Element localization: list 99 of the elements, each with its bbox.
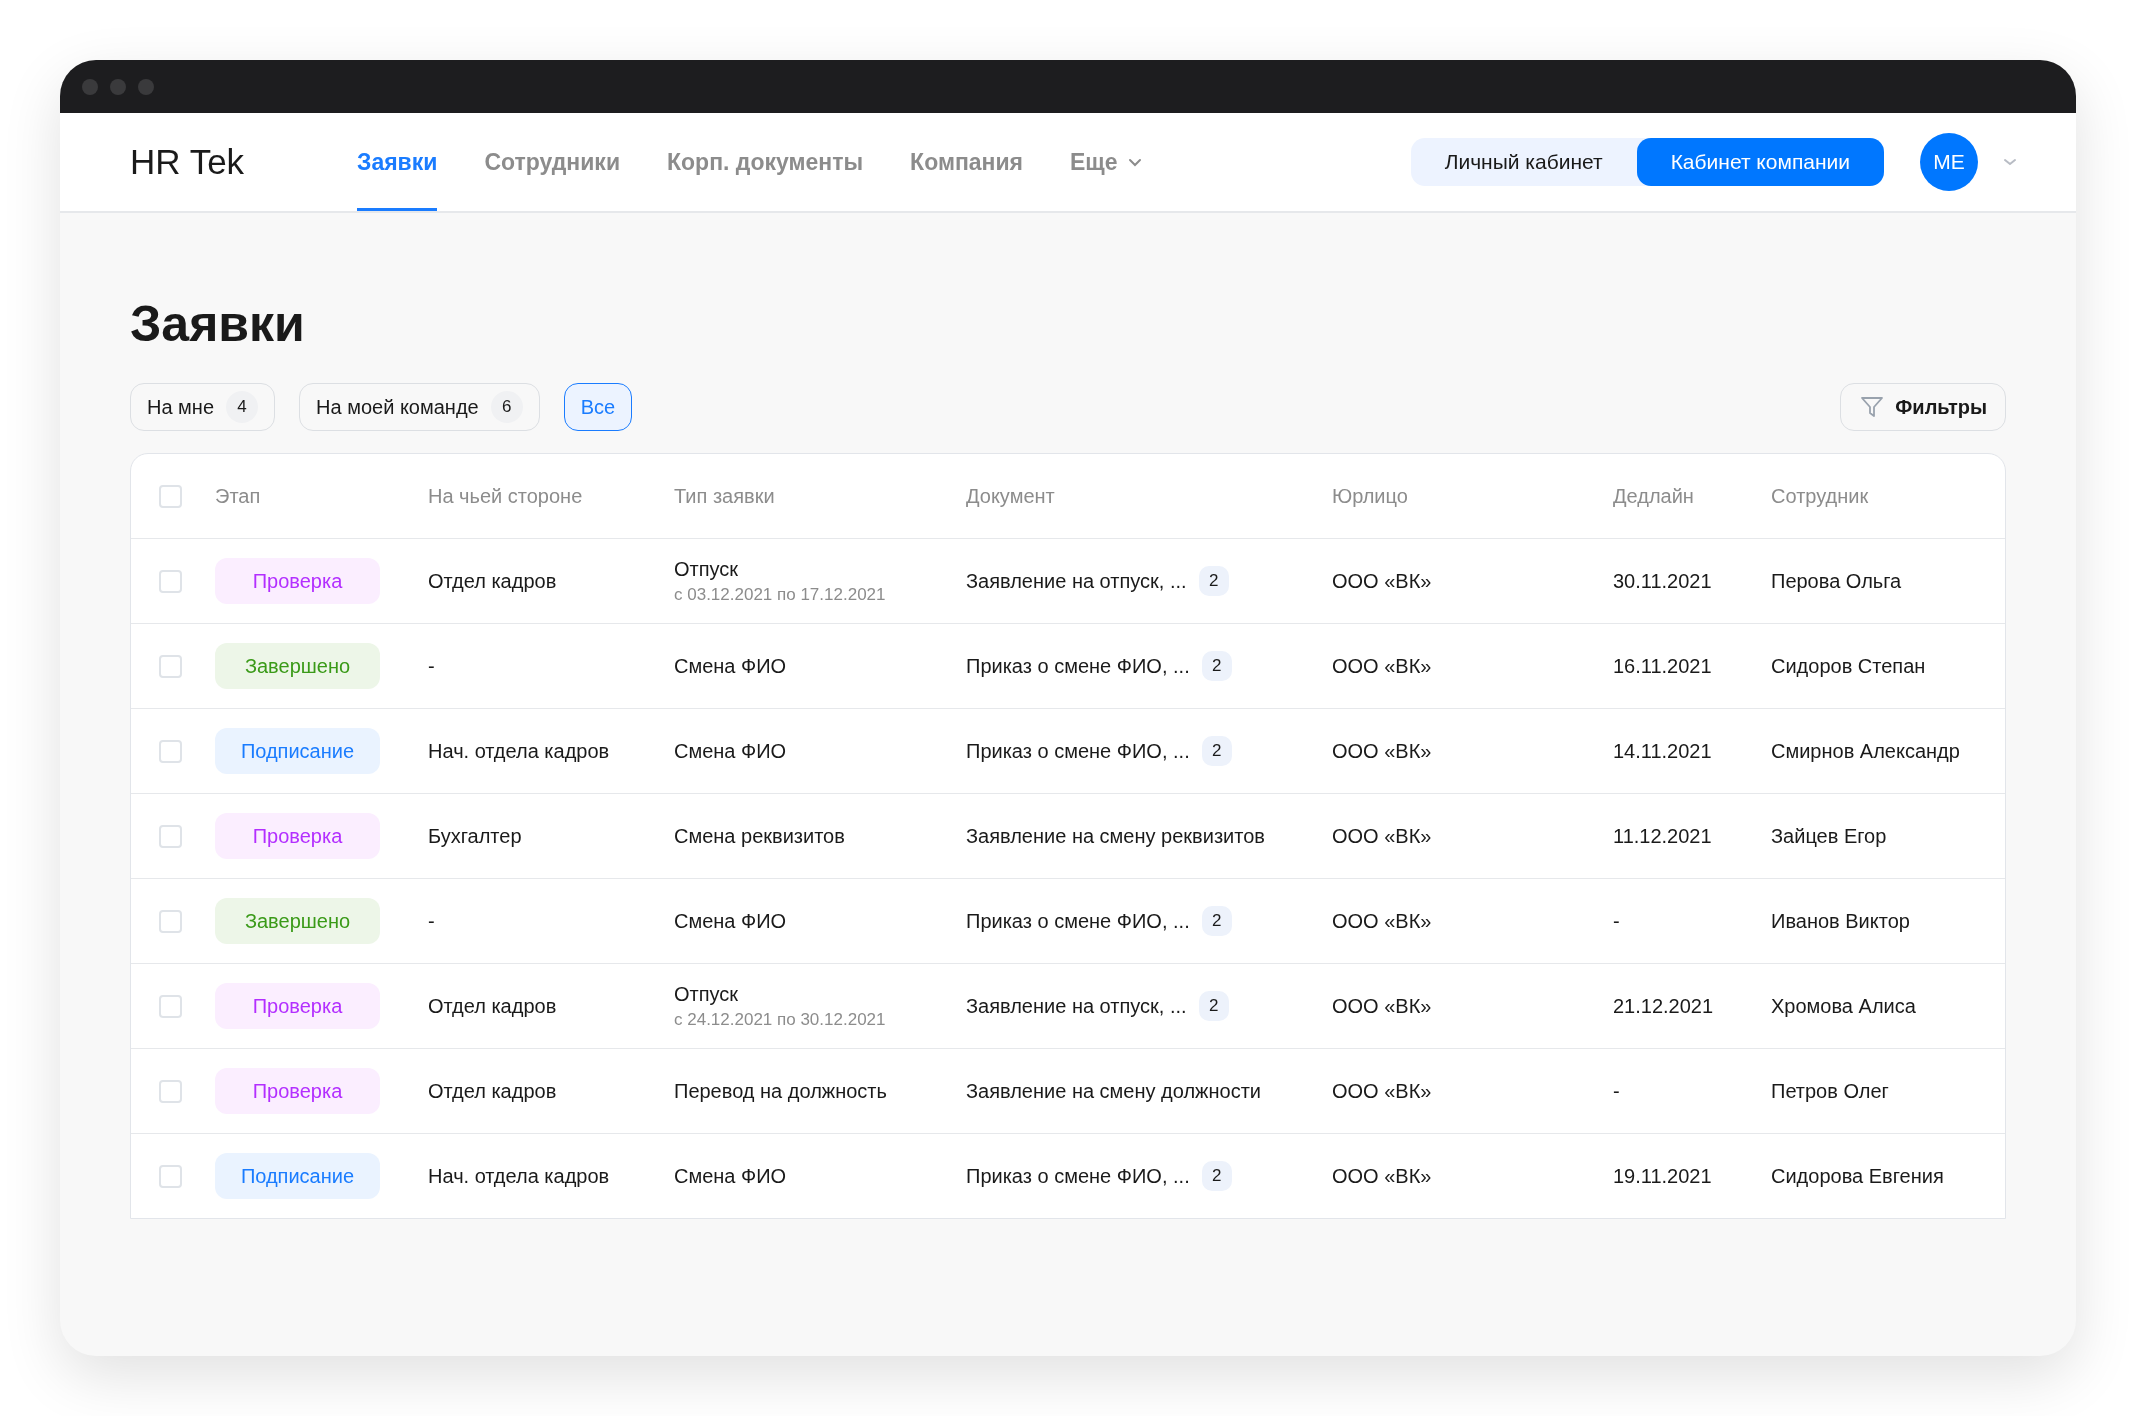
- stage-badge: Проверка: [215, 1068, 380, 1114]
- stage-badge: Проверка: [215, 558, 380, 604]
- table-cell: Смена ФИО: [674, 739, 787, 763]
- table-cell: Приказ о смене ФИО, ...: [966, 654, 1190, 678]
- table-cell: Нач. отдела кадров: [428, 1164, 610, 1188]
- table-cell: Приказ о смене ФИО, ...: [966, 739, 1190, 763]
- table-cell: -: [428, 654, 435, 678]
- column-header: Сотрудник: [1771, 483, 1870, 509]
- filter-icon: [1859, 394, 1886, 420]
- row-checkbox[interactable]: [159, 739, 182, 763]
- table-cell: Смена ФИО: [674, 1164, 787, 1188]
- table-cell: -: [1613, 909, 1620, 933]
- table-cell: Приказ о смене ФИО, ...: [966, 909, 1190, 933]
- table-cell: Сидоров Степан: [1771, 654, 1926, 678]
- table-cell: Хромова Алиса: [1771, 994, 1916, 1018]
- table-cell: Зайцев Егор: [1771, 824, 1887, 848]
- table-cell: Отдел кадров: [428, 1079, 557, 1103]
- table-cell: Смена ФИО: [674, 909, 787, 933]
- table-cell: ООО «ВК»: [1332, 824, 1432, 848]
- stage-badge: Завершено: [215, 643, 380, 689]
- row-checkbox[interactable]: [159, 569, 182, 593]
- document-count-badge: 2: [1201, 906, 1232, 936]
- table-cell: Нач. отдела кадров: [428, 739, 610, 763]
- window-control-icon[interactable]: [82, 78, 98, 95]
- table-cell: Смена ФИО: [674, 654, 787, 678]
- table-cell: Отдел кадров: [428, 569, 557, 593]
- cabinet-toggle-button[interactable]: Кабинет компании: [1636, 138, 1884, 186]
- table-cell: ООО «ВК»: [1332, 1079, 1432, 1103]
- column-header: Документ: [966, 483, 1056, 509]
- row-checkbox[interactable]: [159, 824, 182, 848]
- table-cell: Сидорова Евгения: [1771, 1164, 1944, 1188]
- stage-badge: Подписание: [215, 1153, 380, 1199]
- row-checkbox[interactable]: [159, 909, 182, 933]
- table-cell: Заявление на смену должности: [966, 1079, 1261, 1103]
- table-cell: Отпуск: [674, 982, 739, 1006]
- table-cell: ООО «ВК»: [1332, 1164, 1432, 1188]
- column-header: Дедлайн: [1613, 483, 1695, 509]
- table-cell: Смирнов Александр: [1771, 739, 1960, 763]
- stage-badge: Проверка: [215, 813, 380, 859]
- table-cell: Заявление на смену реквизитов: [966, 824, 1265, 848]
- column-header: Тип заявки: [674, 483, 776, 509]
- table-cell: 16.11.2021: [1613, 654, 1712, 678]
- page-title: Заявки: [130, 295, 306, 353]
- table-cell: Бухгалтер: [428, 824, 522, 848]
- cabinet-toggle-button[interactable]: Личный кабинет: [1410, 138, 1637, 186]
- document-count-badge: 2: [1201, 1161, 1232, 1191]
- table-cell: Отдел кадров: [428, 994, 557, 1018]
- document-count-badge: 2: [1198, 991, 1229, 1021]
- document-count-badge: 2: [1198, 566, 1229, 596]
- row-checkbox[interactable]: [159, 654, 182, 678]
- filters-button[interactable]: Фильтры: [1840, 383, 2006, 431]
- table-cell: Отпуск: [674, 557, 739, 581]
- row-checkbox[interactable]: [159, 1164, 182, 1188]
- nav-tab[interactable]: Компания: [910, 113, 1024, 211]
- table-cell: 11.12.2021: [1613, 824, 1712, 848]
- row-checkbox[interactable]: [159, 1079, 182, 1103]
- nav-tab[interactable]: Еще: [1070, 113, 1142, 211]
- window-control-icon[interactable]: [110, 78, 126, 95]
- nav-tab[interactable]: Заявки: [357, 113, 438, 211]
- stage-badge: Завершено: [215, 898, 380, 944]
- document-count-badge: 2: [1201, 736, 1232, 766]
- table-cell: 30.11.2021: [1613, 569, 1712, 593]
- table-cell: Иванов Виктор: [1771, 909, 1910, 933]
- nav-tab[interactable]: Сотрудники: [484, 113, 621, 211]
- table-cell: 21.12.2021: [1613, 994, 1714, 1018]
- filter-chip[interactable]: На моей команде 6: [299, 383, 540, 431]
- logo[interactable]: HR Tek: [130, 142, 357, 182]
- table-cell: ООО «ВК»: [1332, 909, 1432, 933]
- document-count-badge: 2: [1201, 651, 1232, 681]
- window-control-icon[interactable]: [138, 78, 154, 95]
- table-cell: -: [1613, 1079, 1620, 1103]
- filter-chip[interactable]: На мне 4: [130, 383, 276, 431]
- stage-badge: Проверка: [215, 983, 380, 1029]
- nav-tab[interactable]: Корп. документы: [667, 113, 864, 211]
- filter-chip[interactable]: Все: [563, 383, 633, 431]
- row-checkbox[interactable]: [159, 994, 182, 1018]
- date-range: с 03.12.2021 по 17.12.2021: [674, 584, 886, 605]
- stage-badge: Подписание: [215, 728, 380, 774]
- table-cell: Перова Ольга: [1771, 569, 1902, 593]
- table-cell: ООО «ВК»: [1332, 569, 1432, 593]
- table-cell: ООО «ВК»: [1332, 739, 1432, 763]
- table-cell: Заявление на отпуск, ...: [966, 569, 1187, 593]
- table-cell: Перевод на должность: [674, 1079, 887, 1103]
- date-range: с 24.12.2021 по 30.12.2021: [674, 1009, 886, 1030]
- table-cell: 14.11.2021: [1613, 739, 1712, 763]
- table-cell: -: [428, 909, 435, 933]
- column-header: На чьей стороне: [428, 483, 584, 509]
- chevron-down-icon[interactable]: [2002, 157, 2018, 167]
- column-header: Юрлицо: [1332, 483, 1409, 509]
- table-cell: Приказ о смене ФИО, ...: [966, 1164, 1190, 1188]
- select-all-checkbox[interactable]: [159, 484, 182, 508]
- table-cell: Заявление на отпуск, ...: [966, 994, 1187, 1018]
- table-cell: ООО «ВК»: [1332, 654, 1432, 678]
- user-avatar[interactable]: ME: [1920, 133, 1978, 191]
- table-cell: 19.11.2021: [1613, 1164, 1712, 1188]
- table-cell: Петров Олег: [1771, 1079, 1889, 1103]
- column-header: Этап: [215, 483, 262, 509]
- table-cell: ООО «ВК»: [1332, 994, 1432, 1018]
- table-cell: Смена реквизитов: [674, 824, 845, 848]
